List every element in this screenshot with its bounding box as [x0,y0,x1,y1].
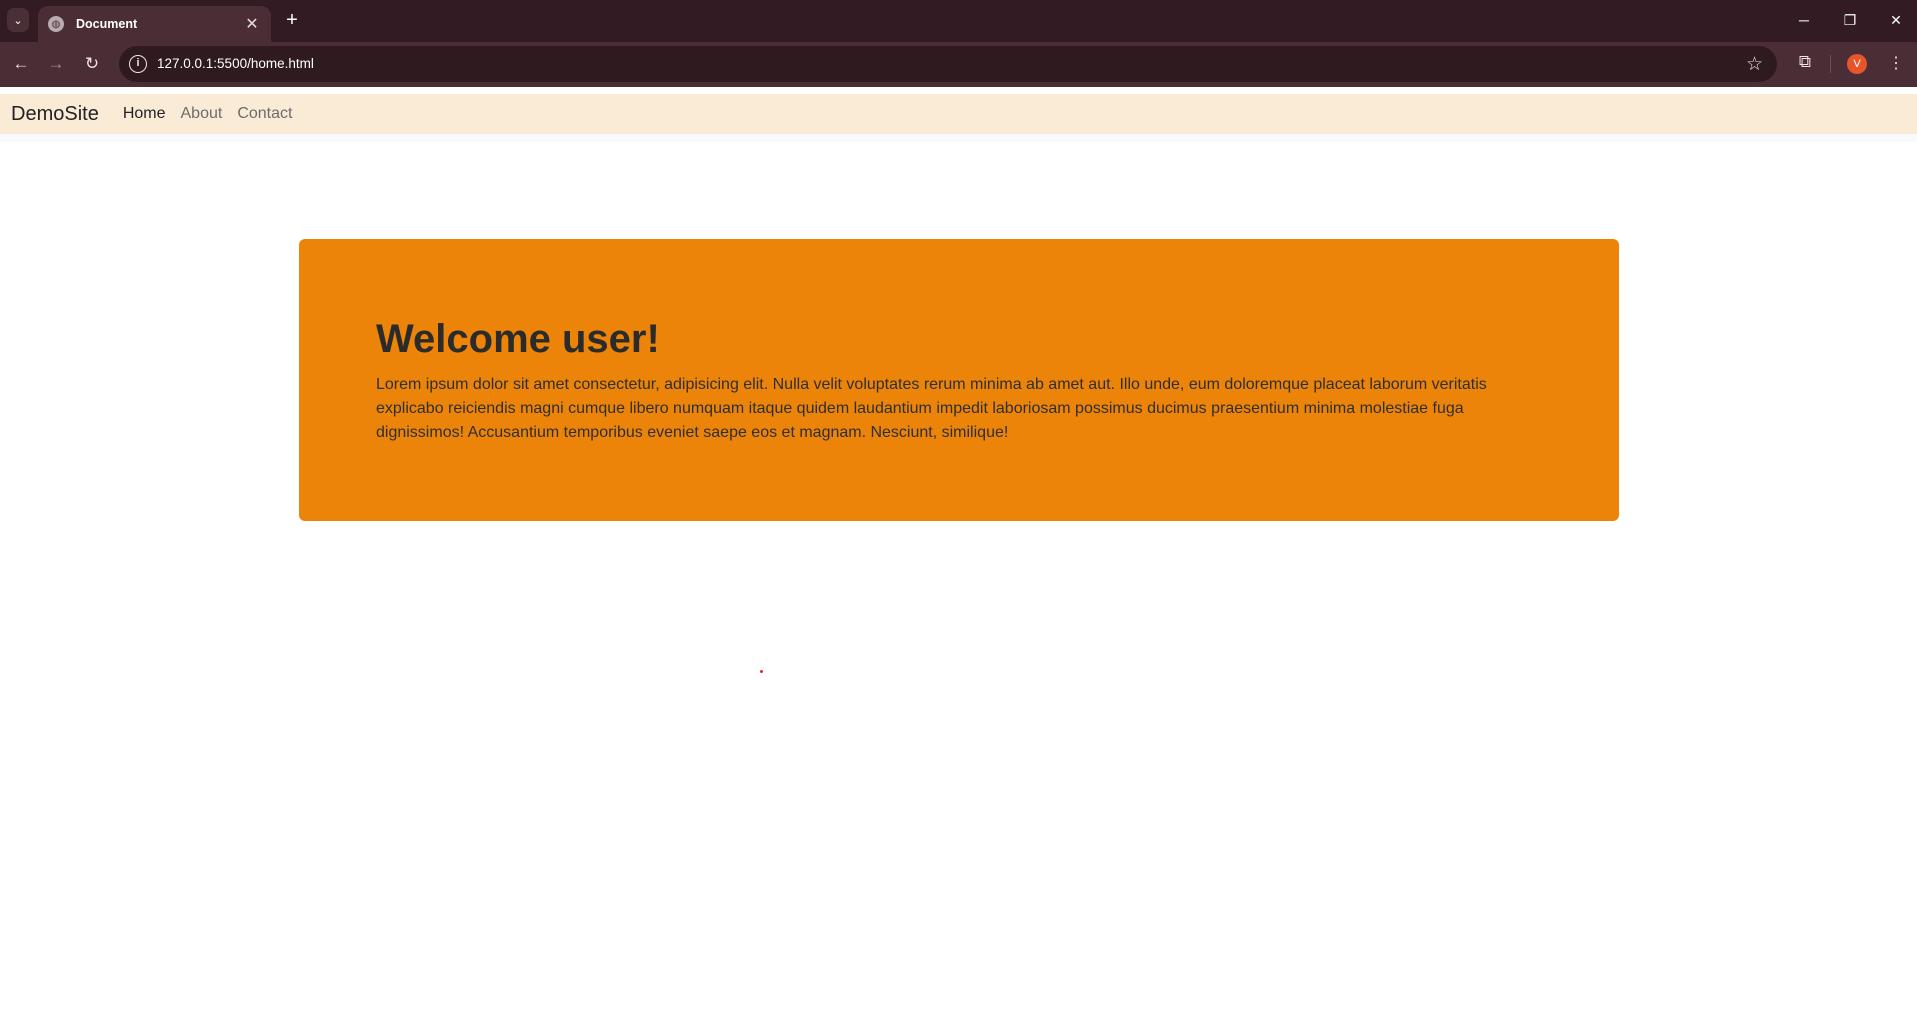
restore-button[interactable]: ❐ [1835,8,1865,32]
hero-banner: Welcome user! Lorem ipsum dolor sit amet… [299,239,1619,521]
address-bar[interactable]: i 127.0.0.1:5500/home.html ☆ [119,46,1777,82]
hero-text: Lorem ipsum dolor sit amet consectetur, … [376,376,1487,441]
site-navbar: DemoSite Home About Contact [0,94,1917,134]
nav-link-contact[interactable]: Contact [237,105,292,123]
globe-icon: ◍ [48,16,64,32]
browser-tabstrip: ⌄ ◍ Document ✕ + ─ ❐ ✕ [0,0,1917,42]
close-icon[interactable]: ✕ [243,14,261,34]
chevron-down-icon: ⌄ [13,14,23,27]
browser-tab-document[interactable]: ◍ Document ✕ [38,6,271,42]
toolbar-divider [1830,55,1831,73]
navbar-brand[interactable]: DemoSite [11,103,99,126]
url-text[interactable]: 127.0.0.1:5500/home.html [157,56,314,71]
site-info-icon[interactable]: i [129,55,147,73]
reload-button[interactable]: ↻ [78,50,106,78]
minimize-button[interactable]: ─ [1789,8,1819,32]
profile-avatar[interactable]: V [1847,54,1867,74]
navbar-bottom-band [0,134,1917,142]
more-menu-icon[interactable]: ⋮ [1886,52,1906,76]
back-button[interactable]: ← [7,50,35,78]
nav-link-home[interactable]: Home [123,105,166,123]
new-tab-button[interactable]: + [281,8,303,32]
page-viewport: DemoSite Home About Contact Welcome user… [0,87,1917,1027]
tab-title: Document [76,17,138,31]
forward-button[interactable]: → [42,50,70,78]
tab-search-button[interactable]: ⌄ [7,8,29,32]
extensions-icon[interactable]: ⧉ [1793,50,1817,74]
page-top-strip [0,87,1917,94]
nav-link-about[interactable]: About [181,105,223,123]
cursor-dot [760,670,763,673]
hero-title: Welcome user! [376,317,660,361]
window-close-button[interactable]: ✕ [1881,8,1911,32]
bookmark-star-icon[interactable]: ☆ [1746,53,1763,76]
browser-toolbar: ← → ↻ i 127.0.0.1:5500/home.html ☆ [0,42,1917,87]
